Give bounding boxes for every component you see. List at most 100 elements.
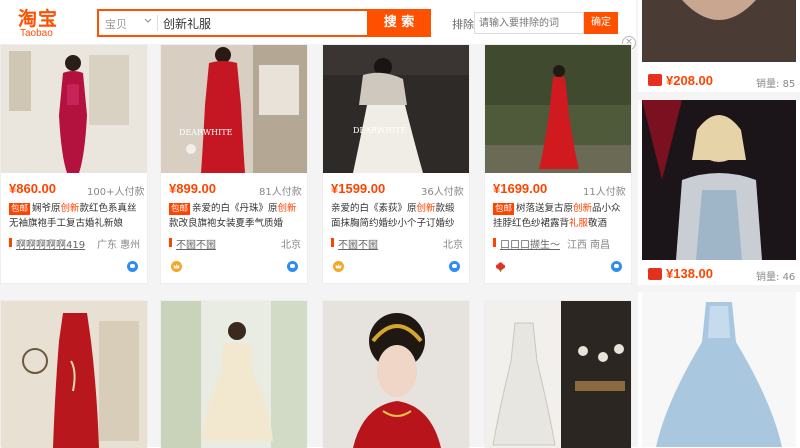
shop-marker-icon: [331, 238, 334, 247]
shop-name[interactable]: 啊啊啊啊啊419: [16, 236, 85, 251]
shopping-cart-icon[interactable]: [648, 268, 662, 280]
product-photo-red-halter-gown: [485, 45, 631, 173]
product-image[interactable]: [1, 301, 147, 448]
title-keyword: 创新: [416, 203, 436, 214]
search-header: 淘宝 Taobao 宝贝 搜 索 排除 确定: [0, 0, 636, 44]
wangwang-chat-icon[interactable]: [449, 261, 460, 272]
shop-location: 广东 惠州: [97, 240, 141, 251]
sold-count: 85: [782, 79, 796, 90]
product-photo-red-qipao: [1, 45, 147, 173]
search-results-page: 淘宝 Taobao 宝贝 搜 索 排除 确定 × ¥860.00 10: [0, 0, 800, 448]
title-text: 款改良旗袍女装夏季气质婚: [169, 218, 284, 229]
payer-count: 100+人付款: [87, 187, 145, 198]
product-price: ¥860.00: [9, 181, 56, 196]
product-title[interactable]: 亲爱的白《素荻》原创新款缎面抹胸简约婚纱小个子订婚纱: [331, 201, 463, 231]
shop-marker-icon: [9, 238, 12, 247]
recommend-card[interactable]: [638, 292, 800, 447]
product-card[interactable]: [0, 300, 148, 448]
recommend-image[interactable]: [642, 0, 796, 62]
title-text: 亲爱的白《丹珠》原: [192, 203, 278, 214]
product-card[interactable]: [484, 300, 632, 448]
wangwang-chat-icon[interactable]: [611, 261, 622, 272]
product-image[interactable]: [485, 301, 631, 448]
sold-label-text: 销量:: [756, 272, 780, 283]
sold-label-text: 销量:: [756, 79, 780, 90]
recommend-price: ¥208.00: [666, 73, 713, 88]
recommend-image[interactable]: [642, 100, 796, 260]
wangwang-chat-icon[interactable]: [287, 261, 298, 272]
product-photo-lace-gown-band: [485, 301, 631, 448]
shop-location: 北京: [443, 240, 463, 251]
shop-marker-icon: [493, 238, 496, 247]
title-keyword: 创新: [277, 203, 297, 214]
crown-badge-icon: [333, 261, 344, 272]
search-input[interactable]: [163, 16, 363, 30]
product-image[interactable]: [1, 45, 147, 173]
product-image[interactable]: [161, 301, 307, 448]
shop-name[interactable]: 不圌不圌: [338, 236, 378, 251]
free-shipping-tag: 包邮: [169, 203, 191, 215]
shop-name[interactable]: 口口口撷生～: [500, 236, 560, 251]
svg-text:DEARWHITE: DEARWHITE: [179, 128, 233, 137]
product-title[interactable]: 包邮 亲爱的白《丹珠》原创新款改良旗袍女装夏季气质婚: [169, 201, 301, 231]
sold-label: 销量: 85: [756, 75, 795, 90]
search-divider: [157, 15, 158, 31]
product-card[interactable]: [322, 300, 470, 448]
exclude-label: 排除: [452, 18, 474, 31]
free-shipping-tag: 包邮: [493, 203, 515, 215]
free-shipping-tag: 包邮: [9, 203, 31, 215]
title-text: 娴爷原: [32, 203, 61, 214]
svg-text:DEARWHITE: DEARWHITE: [353, 126, 407, 135]
product-card[interactable]: [160, 300, 308, 448]
product-photo-red-qipao-mannequin: [1, 301, 147, 448]
product-image[interactable]: [323, 301, 469, 448]
recommend-price: ¥138.00: [666, 266, 713, 281]
recommend-card[interactable]: ¥138.00 销量: 46: [638, 100, 800, 285]
title-text: 敬酒: [588, 218, 608, 229]
taobao-logo[interactable]: 淘宝 Taobao: [12, 4, 92, 40]
title-keyword: 创新: [573, 203, 593, 214]
flower-badge-icon: [495, 262, 506, 272]
shop-name[interactable]: 不圌不圌: [176, 236, 216, 251]
payer-count: 36人付款: [421, 187, 464, 198]
product-title[interactable]: 包邮 树落送复古原创新品小众挂脖红色纱裙露背礼服敬酒: [493, 201, 625, 231]
wangwang-chat-icon[interactable]: [127, 261, 138, 272]
title-keyword: 礼服: [569, 218, 589, 229]
title-text: 树落送复古原: [516, 203, 574, 214]
product-title[interactable]: 包邮 娴爷原创新款红色系真丝无袖旗袍手工复古婚礼新娘: [9, 201, 141, 231]
product-image[interactable]: [485, 45, 631, 173]
product-photo-bridal-xiuhe: [323, 301, 469, 448]
shop-marker-icon: [169, 238, 172, 247]
exclude-confirm-button[interactable]: 确定: [584, 12, 618, 34]
sold-count: 46: [782, 272, 796, 283]
recommend-card[interactable]: ¥208.00 销量: 85: [638, 0, 800, 92]
product-card[interactable]: ¥1699.00 11人付款 包邮 树落送复古原创新品小众挂脖红色纱裙露背礼服敬酒…: [484, 44, 632, 284]
product-card[interactable]: DEARWHITE ¥899.00 81人付款 包邮 亲爱的白《丹珠》原创新款改良…: [160, 44, 308, 284]
payer-count: 11人付款: [583, 187, 626, 198]
chevron-down-icon[interactable]: [143, 15, 153, 25]
product-image[interactable]: DEARWHITE: [161, 45, 307, 173]
payer-count: 81人付款: [259, 187, 302, 198]
crown-badge-icon: [171, 261, 182, 272]
exclude-input[interactable]: [474, 12, 584, 34]
product-image[interactable]: DEARWHITE: [323, 45, 469, 173]
search-box: 宝贝 搜 索: [97, 9, 431, 37]
recommend-photo-blue-ballgown: [642, 292, 796, 447]
product-photo-champagne-dress: [161, 301, 307, 448]
product-price: ¥899.00: [169, 181, 216, 196]
product-card[interactable]: ¥860.00 100+人付款 包邮 娴爷原创新款红色系真丝无袖旗袍手工复古婚礼新…: [0, 44, 148, 284]
title-text: 亲爱的白《素荻》原: [331, 203, 417, 214]
product-photo-red-dress: DEARWHITE: [161, 45, 307, 173]
recommend-image[interactable]: [642, 292, 796, 447]
product-card[interactable]: DEARWHITE ¥1599.00 36人付款 亲爱的白《素荻》原创新款缎面抹…: [322, 44, 470, 284]
product-price: ¥1699.00: [493, 181, 548, 196]
shopping-cart-icon[interactable]: [648, 74, 662, 86]
search-scope-select[interactable]: 宝贝: [105, 16, 127, 32]
sold-label: 销量: 46: [756, 268, 795, 283]
recommend-photo-top: [642, 0, 796, 62]
title-keyword: 创新: [60, 203, 80, 214]
logo-text-en: Taobao: [20, 28, 53, 39]
shop-location: 江西 南昌: [567, 240, 611, 251]
search-button[interactable]: 搜 索: [367, 9, 431, 37]
product-price: ¥1599.00: [331, 181, 386, 196]
